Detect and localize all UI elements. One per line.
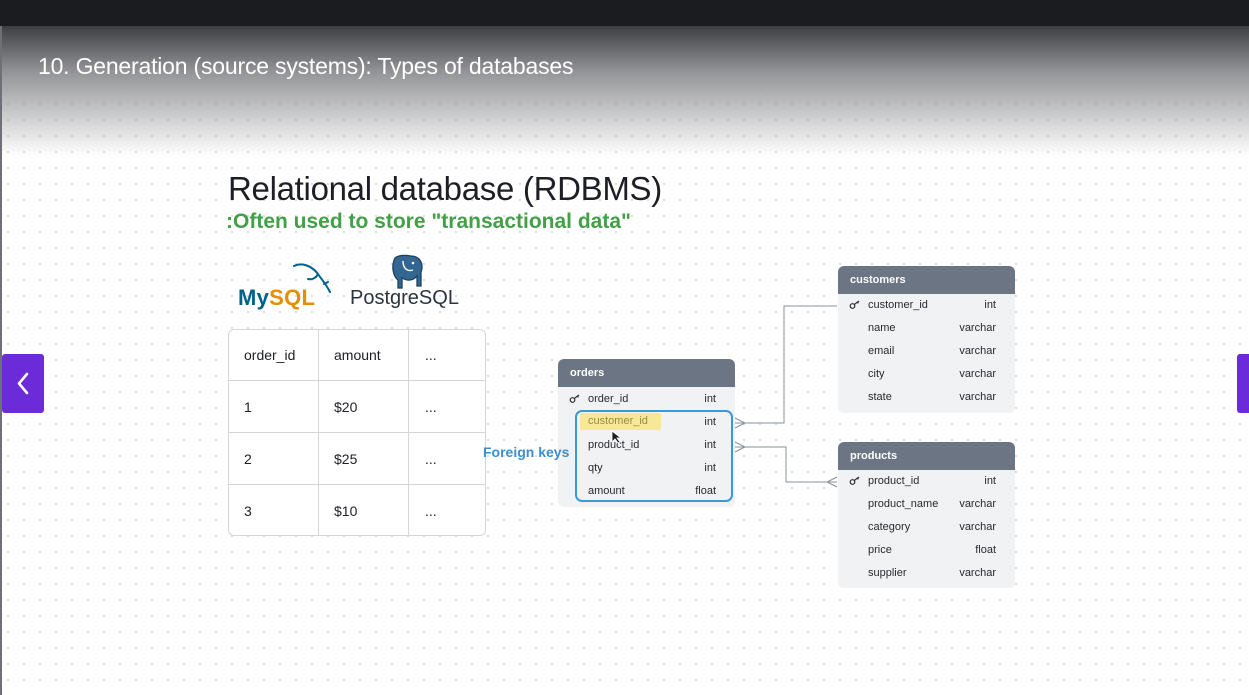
customer-id-highlighted-text: customer_id [588, 415, 648, 427]
field-type: float [975, 544, 996, 556]
entity-header: customers [838, 266, 1015, 294]
field-type: varchar [959, 368, 996, 380]
next-slide-button[interactable] [1237, 354, 1249, 413]
field-name: category [868, 521, 911, 533]
entity-field-row: product_id int [838, 470, 1015, 493]
field-type: int [984, 475, 996, 487]
entity-field-row: state varchar [838, 386, 1015, 409]
field-name: customer_id [868, 299, 928, 311]
entity-field-row: name varchar [838, 317, 1015, 340]
field-name: price [868, 544, 892, 556]
field-name: product_name [868, 498, 939, 510]
field-type: int [984, 299, 996, 311]
entity-header: products [838, 442, 1015, 470]
mouse-cursor-icon [611, 430, 623, 444]
field-type: varchar [959, 521, 996, 533]
customers-entity: customers customer_id int name varchar e… [838, 266, 1015, 413]
field-name: product_id [868, 475, 920, 487]
field-type: varchar [959, 322, 996, 334]
key-icon [849, 300, 861, 313]
entity-field-row: product_name varchar [838, 493, 1015, 516]
key-icon [569, 394, 581, 407]
field-type: int [704, 393, 716, 405]
customer-relationship-line [733, 305, 837, 424]
entity-field-row: customer_id int [838, 294, 1015, 317]
relationship-connectors [733, 305, 838, 488]
field-name: city [868, 368, 885, 380]
products-entity: products product_id int product_name var… [838, 442, 1015, 588]
field-type: varchar [959, 567, 996, 579]
field-name: order_id [588, 393, 629, 405]
key-icon [849, 476, 861, 489]
entity-field-row: email varchar [838, 340, 1015, 363]
previous-slide-button[interactable] [2, 354, 44, 413]
chevron-left-icon [17, 372, 29, 395]
field-name: email [868, 345, 895, 357]
foreign-keys-label: Foreign keys [483, 444, 570, 460]
product-relationship-line [733, 446, 837, 483]
entity-field-row: price float [838, 539, 1015, 562]
field-name: name [868, 322, 896, 334]
entity-field-row: category varchar [838, 516, 1015, 539]
entity-field-row: supplier varchar [838, 562, 1015, 585]
entity-field-row: city varchar [838, 363, 1015, 386]
field-name: state [868, 391, 892, 403]
field-type: varchar [959, 391, 996, 403]
field-name: supplier [868, 567, 907, 579]
entity-header: orders [558, 359, 735, 387]
field-type: varchar [959, 498, 996, 510]
field-type: varchar [959, 345, 996, 357]
entity-field-row: order_id int [558, 388, 735, 411]
